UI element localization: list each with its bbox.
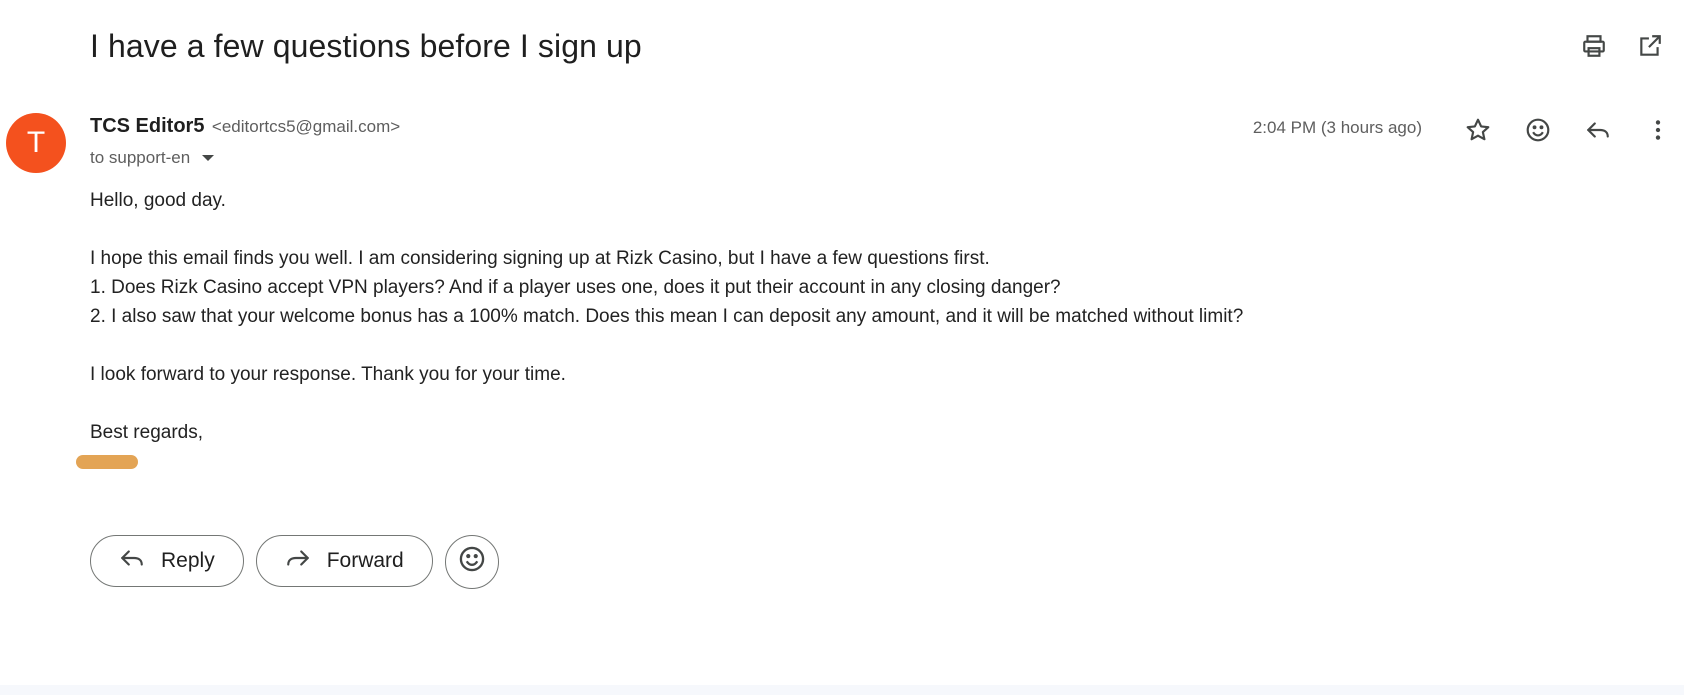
forward-icon xyxy=(285,545,311,577)
add-reaction-button[interactable] xyxy=(1520,112,1556,148)
email-body: Hello, good day. I hope this email finds… xyxy=(76,186,1244,485)
email-subject: I have a few questions before I sign up xyxy=(90,28,642,64)
closing: Best regards, xyxy=(90,422,203,443)
sender-email: <editortcs5@gmail.com> xyxy=(211,117,401,136)
thread-toolbar xyxy=(1578,30,1666,62)
body-line: 1. Does Rizk Casino accept VPN players? … xyxy=(90,277,1061,298)
emoji-icon xyxy=(1525,117,1551,143)
open-in-new-window-button[interactable] xyxy=(1634,30,1666,62)
reply-pill-button[interactable]: Reply xyxy=(90,535,244,587)
print-icon xyxy=(1581,33,1607,59)
star-button[interactable] xyxy=(1460,112,1496,148)
reply-actions: Reply Forward xyxy=(90,535,499,589)
body-line: 2. I also saw that your welcome bonus ha… xyxy=(90,306,1244,327)
recipient-label: to support-en xyxy=(90,148,191,167)
more-options-button[interactable] xyxy=(1640,112,1676,148)
emoji-reaction-button[interactable] xyxy=(444,535,499,589)
reply-button[interactable] xyxy=(1580,112,1616,148)
sender-avatar[interactable]: T xyxy=(6,113,66,173)
message-actions xyxy=(1460,112,1676,148)
bottom-divider xyxy=(0,685,1684,695)
forward-button[interactable]: Forward xyxy=(255,535,433,587)
sender-name[interactable]: TCS Editor5 xyxy=(90,115,204,137)
email-timestamp: 2:04 PM (3 hours ago) xyxy=(1252,118,1422,137)
body-line: I hope this email finds you well. I am c… xyxy=(90,248,990,269)
reply-icon xyxy=(119,545,145,577)
sender-line: TCS Editor5 <editortcs5@gmail.com> xyxy=(90,115,400,138)
star-icon xyxy=(1465,117,1491,143)
reply-label: Reply xyxy=(161,549,215,572)
more-vert-icon xyxy=(1645,117,1671,143)
forward-label: Forward xyxy=(326,549,404,572)
show-details-chevron-down-icon[interactable] xyxy=(202,155,215,161)
open-in-new-window-icon xyxy=(1637,33,1663,59)
body-line: I look forward to your response. Thank y… xyxy=(90,364,566,385)
redaction-mark xyxy=(76,455,138,469)
print-button[interactable] xyxy=(1578,30,1610,62)
reply-icon xyxy=(1585,117,1611,143)
greeting: Hello, good day. xyxy=(90,190,226,211)
recipient-line: to support-en xyxy=(90,148,215,168)
emoji-icon xyxy=(458,545,486,579)
